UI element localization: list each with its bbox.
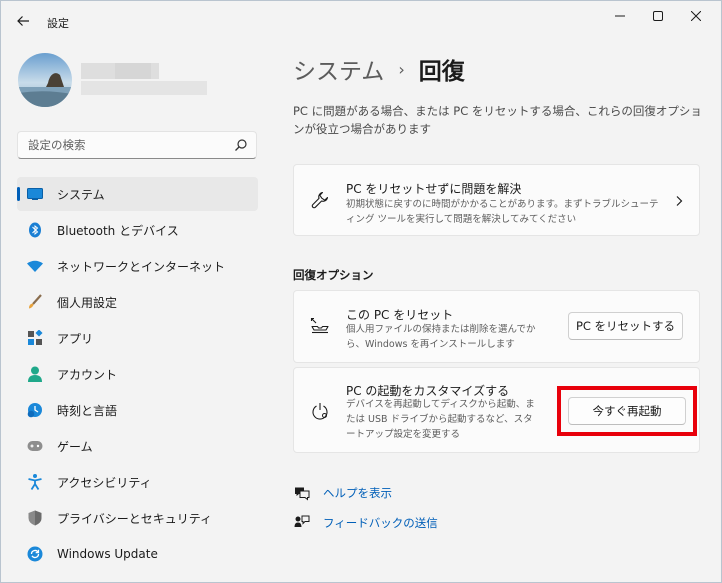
gamepad-icon <box>27 441 43 451</box>
redaction-block <box>115 63 151 79</box>
system-icon <box>27 188 43 200</box>
settings-search[interactable] <box>17 131 257 159</box>
sidebar-item-label: アクセシビリティ <box>57 475 152 490</box>
avatar-image <box>18 53 72 107</box>
link-label[interactable]: フィードバックの送信 <box>323 515 438 531</box>
sidebar-item-label: 個人用設定 <box>57 295 118 310</box>
apps-icon <box>28 330 43 345</box>
wrench-icon <box>311 191 329 209</box>
maximize-button[interactable] <box>641 1 675 31</box>
time-language-icon <box>27 403 42 418</box>
bluetooth-icon <box>29 222 41 238</box>
page-title: 回復 <box>418 59 465 85</box>
card-title: この PC をリセット <box>346 308 454 322</box>
sidebar-item-label: ネットワークとインターネット <box>57 259 226 274</box>
shield-icon <box>28 510 42 526</box>
wifi-icon <box>27 260 43 272</box>
card-title: PC をリセットせずに問題を解決 <box>346 182 522 196</box>
section-heading: 回復オプション <box>293 268 374 282</box>
sidebar-item-system[interactable]: システム <box>17 177 258 211</box>
page-description: PC に問題がある場合、または PC をリセットする場合、これらの回復オプション… <box>293 104 702 136</box>
search-icon[interactable] <box>234 138 248 152</box>
user-name-redacted <box>81 63 207 97</box>
close-button[interactable] <box>679 1 713 31</box>
advanced-startup-icon <box>312 403 328 420</box>
brush-icon <box>29 294 42 309</box>
minimize-button[interactable] <box>603 1 637 31</box>
close-icon <box>691 11 701 21</box>
troubleshoot-card[interactable]: PC をリセットせずに問題を解決 初期状態に戻すのに時間がかかることがあります。… <box>293 164 700 236</box>
app-title: 設定 <box>47 17 69 30</box>
sidebar-item-gaming[interactable]: ゲーム <box>17 429 258 463</box>
sidebar-item-bluetooth[interactable]: Bluetooth とデバイス <box>17 213 258 247</box>
sidebar-item-label: Bluetooth とデバイス <box>57 223 179 238</box>
sidebar-item-label: アカウント <box>57 367 118 382</box>
sidebar-nav: システム Bluetooth とデバイス ネットワークとインターネット 個人用設… <box>17 177 258 573</box>
sidebar-item-accessibility[interactable]: アクセシビリティ <box>17 465 258 499</box>
account-icon <box>28 366 42 382</box>
feedback-link[interactable]: フィードバックの送信 <box>293 513 438 533</box>
minimize-icon <box>615 15 625 17</box>
card-subtitle: 個人用ファイルの保持または削除を選んでから、Windows を再インストールしま… <box>346 324 536 350</box>
help-icon <box>295 487 310 501</box>
maximize-icon <box>653 11 663 21</box>
redaction-block <box>81 81 207 95</box>
sidebar-item-label: 時刻と言語 <box>57 403 118 418</box>
sidebar-item-personalization[interactable]: 個人用設定 <box>17 285 258 319</box>
chevron-right-icon <box>676 196 683 206</box>
breadcrumb-parent[interactable]: システム <box>293 52 384 86</box>
back-button[interactable] <box>9 7 37 35</box>
card-subtitle: 初期状態に戻すのに時間がかかることがあります。まずトラブルシューティング ツール… <box>346 199 659 225</box>
sidebar-item-apps[interactable]: アプリ <box>17 321 258 355</box>
breadcrumb: システム › 回復 <box>293 53 465 85</box>
card-subtitle: デバイスを再起動してディスクから起動、または USB ドライブから起動するなど、… <box>346 399 535 440</box>
feedback-icon <box>294 515 310 527</box>
search-input[interactable] <box>18 132 228 158</box>
settings-window: 設定 設定の検索 システム Bluetooth とデバイス ネットワークとインタ… <box>0 0 722 583</box>
reset-pc-button[interactable]: PC をリセットする <box>568 312 683 340</box>
title-bar: 設定 <box>1 1 721 41</box>
sidebar-item-label: プライバシーとセキュリティ <box>57 511 213 526</box>
sidebar-item-label: ゲーム <box>57 439 93 454</box>
sidebar-item-label: Windows Update <box>57 547 158 561</box>
link-label[interactable]: ヘルプを表示 <box>323 485 392 501</box>
restart-now-button[interactable]: 今すぐ再起動 <box>568 397 686 425</box>
user-avatar[interactable] <box>18 53 72 107</box>
help-link[interactable]: ヘルプを表示 <box>293 483 392 503</box>
sidebar-item-windows-update[interactable]: Windows Update <box>17 537 258 571</box>
sidebar-item-label: アプリ <box>57 331 94 346</box>
reset-pc-icon <box>310 317 329 334</box>
sidebar-item-accounts[interactable]: アカウント <box>17 357 258 391</box>
windows-update-icon <box>27 546 43 562</box>
breadcrumb-separator: › <box>398 59 405 79</box>
accessibility-icon <box>28 474 42 490</box>
sidebar-item-network[interactable]: ネットワークとインターネット <box>17 249 258 283</box>
sidebar-item-label: システム <box>57 187 105 202</box>
sidebar-item-privacy[interactable]: プライバシーとセキュリティ <box>17 501 258 535</box>
sidebar-item-time-language[interactable]: 時刻と言語 <box>17 393 258 427</box>
back-arrow-icon <box>17 16 29 26</box>
